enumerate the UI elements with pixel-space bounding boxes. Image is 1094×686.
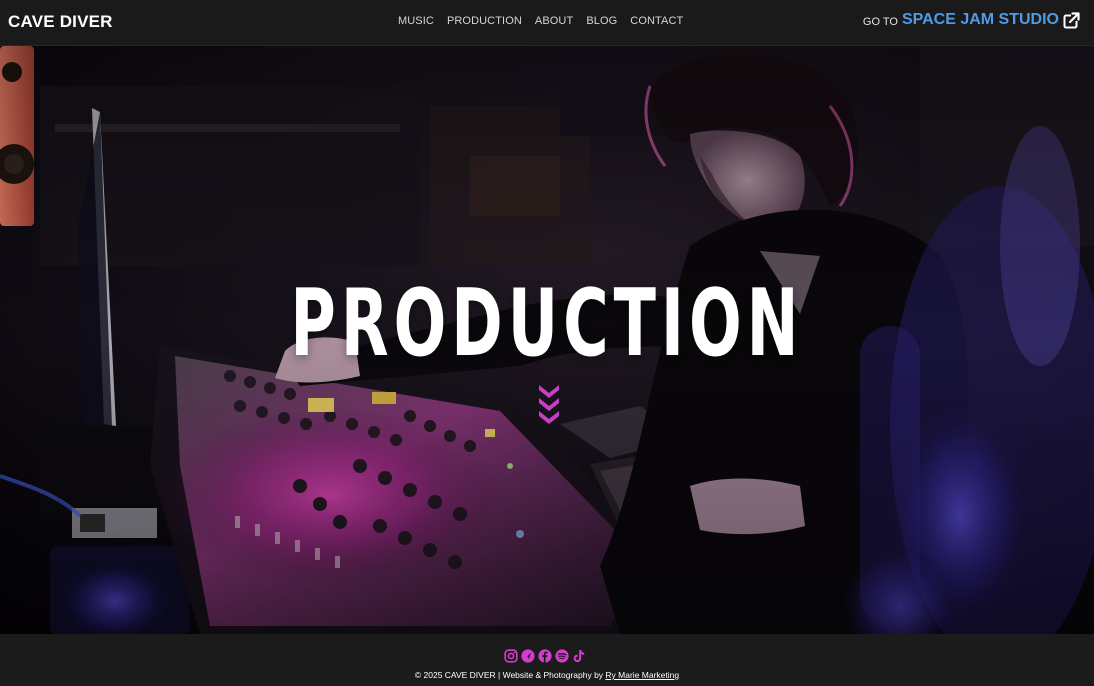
instagram-icon[interactable] [504, 649, 518, 663]
goto-prefix: GO TO [862, 15, 898, 28]
nav-item-contact[interactable]: CONTACT [630, 15, 683, 27]
spotify-icon[interactable] [555, 649, 569, 663]
social-links [504, 649, 586, 663]
site-logo[interactable]: CAVE DIVER [8, 12, 113, 32]
triple-chevron-down-icon[interactable] [537, 383, 561, 427]
copyright-text: © 2025 CAVE DIVER | Website & Photograph… [414, 670, 606, 680]
nav-item-about[interactable]: ABOUT [535, 15, 573, 27]
space-jam-studio-link[interactable]: SPACE JAM STUDIO [902, 11, 1059, 29]
page: CAVE DIVER MUSIC PRODUCTION ABOUT BLOG C… [0, 0, 1094, 686]
page-title: PRODUCTION [290, 268, 804, 378]
hero-banner: PRODUCTION [0, 46, 1094, 634]
external-link-icon[interactable] [1063, 11, 1081, 29]
nav-item-blog[interactable]: BLOG [586, 15, 617, 27]
nav-item-production[interactable]: PRODUCTION [447, 15, 522, 27]
main-nav: MUSIC PRODUCTION ABOUT BLOG CONTACT [398, 15, 683, 27]
studio-link-group[interactable]: GO TO SPACE JAM STUDIO [862, 11, 1081, 29]
copyright-notice: © 2025 CAVE DIVER | Website & Photograph… [0, 670, 1094, 680]
apple-music-icon[interactable] [521, 649, 535, 663]
nav-item-music[interactable]: MUSIC [398, 15, 434, 27]
tiktok-icon[interactable] [572, 649, 586, 663]
ry-marie-marketing-link[interactable]: Ry Marie Marketing [605, 670, 679, 680]
facebook-icon[interactable] [538, 649, 552, 663]
site-header: CAVE DIVER MUSIC PRODUCTION ABOUT BLOG C… [0, 0, 1094, 46]
site-footer: © 2025 CAVE DIVER | Website & Photograph… [0, 634, 1094, 686]
